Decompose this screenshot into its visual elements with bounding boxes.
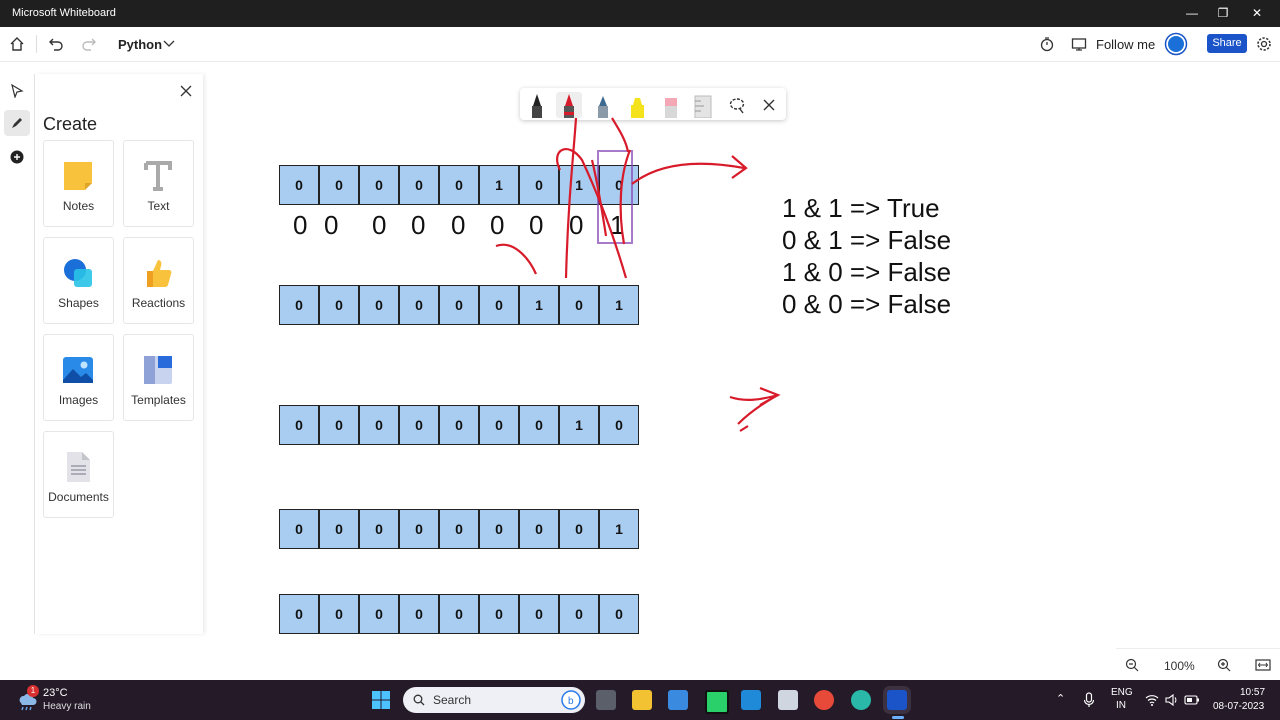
taskbar-search[interactable]: Search b <box>403 687 585 713</box>
start-icon[interactable] <box>370 689 392 711</box>
windows-taskbar: 1 23°C Heavy rain Search b ⌃ ENG IN 10:5… <box>0 680 1280 720</box>
bing-icon: b <box>561 690 581 710</box>
weather-temp: 23°C <box>43 687 68 699</box>
language-code[interactable]: ENG <box>1111 687 1133 698</box>
fit-to-screen-icon[interactable] <box>1254 657 1272 673</box>
volume-icon[interactable] <box>1164 692 1180 708</box>
ink-stroke <box>619 149 632 245</box>
zoom-bar: 100% <box>1116 648 1280 681</box>
weather-badge: 1 <box>27 685 39 697</box>
ink-arrow-2 <box>729 386 781 432</box>
clock-time[interactable]: 10:57 <box>1240 687 1265 698</box>
ink-annotations <box>495 117 781 432</box>
language-region[interactable]: IN <box>1116 700 1126 711</box>
svg-text:b: b <box>568 696 574 707</box>
battery-icon[interactable] <box>1184 692 1200 708</box>
pycharm-icon[interactable] <box>705 690 729 714</box>
zoom-level[interactable]: 100% <box>1164 659 1195 673</box>
ink-stroke <box>564 117 578 279</box>
clock-date[interactable]: 08-07-2023 <box>1213 701 1264 712</box>
ink-arrow <box>631 162 745 185</box>
photos-icon[interactable] <box>778 690 798 710</box>
ink-highlight-box <box>597 150 633 244</box>
whiteboard-app-icon[interactable] <box>887 690 907 710</box>
store-icon[interactable] <box>668 690 688 710</box>
tray-chevron-icon[interactable]: ⌃ <box>1056 692 1065 705</box>
edge-icon[interactable] <box>851 690 871 710</box>
task-view-icon[interactable] <box>596 690 616 710</box>
file-explorer-icon[interactable] <box>632 690 652 710</box>
chrome-icon[interactable] <box>814 690 834 710</box>
vscode-icon[interactable] <box>741 690 761 710</box>
zoom-in-icon[interactable] <box>1216 657 1232 673</box>
ink-stroke <box>495 243 538 275</box>
wifi-icon[interactable] <box>1144 692 1160 708</box>
zoom-out-icon[interactable] <box>1124 657 1140 673</box>
weather-desc: Heavy rain <box>43 701 91 712</box>
microphone-icon[interactable] <box>1081 691 1097 709</box>
search-icon <box>413 694 425 706</box>
ink-stroke <box>611 117 630 153</box>
